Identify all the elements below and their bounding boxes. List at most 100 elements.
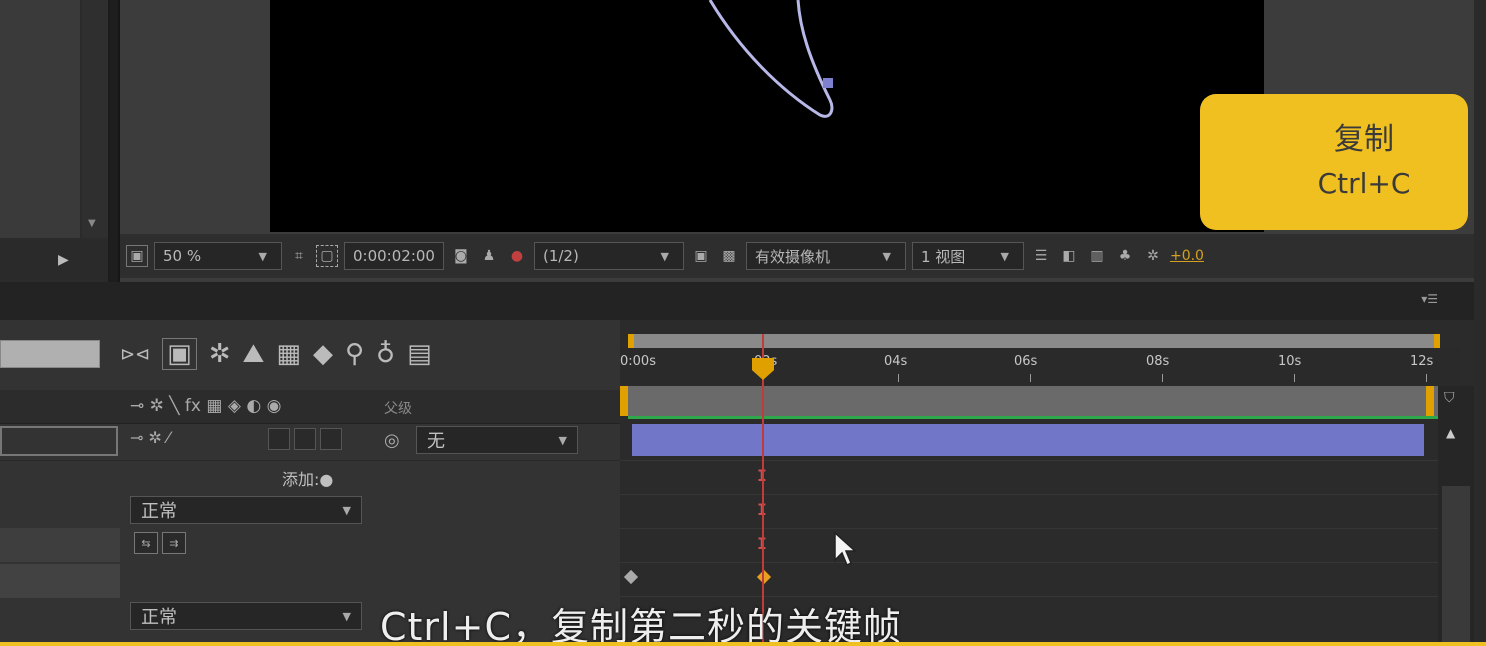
parent-select[interactable]: 无 ▼ xyxy=(416,426,578,454)
add-label-text: 添加: xyxy=(282,470,320,489)
bottom-accent-strip xyxy=(0,642,1486,646)
chevron-down-icon: ▼ xyxy=(342,503,351,517)
ruler-tick-label: 06s xyxy=(1014,354,1038,369)
chevron-down-icon: ▼ xyxy=(1000,249,1009,263)
camera-select[interactable]: 有效摄像机 ▼ xyxy=(745,242,906,270)
resolution-value: (1/2) xyxy=(542,247,579,265)
fit-icon[interactable]: ⌗ xyxy=(288,245,310,267)
pixel-aspect-icon[interactable]: ☰ xyxy=(1030,245,1052,267)
snapshot-camera-icon[interactable]: ◙ xyxy=(450,245,472,267)
show-snapshot-icon[interactable]: ♟ xyxy=(478,245,500,267)
color-channels-icon[interactable]: ● xyxy=(506,245,528,267)
shortcut-badge: 复制 Ctrl+C xyxy=(1200,94,1468,230)
property-row xyxy=(0,528,120,562)
scrollbar-thumb[interactable] xyxy=(1442,486,1470,646)
ruler-tick-label: 04s xyxy=(884,354,908,369)
composition-viewer[interactable] xyxy=(270,0,1264,232)
path-direction-toggles: ⇆ ⇉ xyxy=(134,532,186,554)
switch-box[interactable] xyxy=(268,428,290,450)
ruler-tick-label: 08s xyxy=(1146,354,1170,369)
render-range-line xyxy=(628,416,1440,419)
add-menu-label[interactable]: 添加:● xyxy=(282,466,333,490)
exposure-value[interactable]: +0.0 xyxy=(1170,248,1204,264)
keyframe-auto-icon[interactable]: ♁ xyxy=(376,339,395,369)
timeline-search-input[interactable] xyxy=(0,340,100,368)
motion-blur-icon[interactable]: ▦ xyxy=(276,339,301,369)
work-area-end-handle[interactable] xyxy=(1426,386,1434,416)
chevron-down-icon: ▼ xyxy=(342,609,351,623)
time-ruler[interactable]: 0:00s 02s 04s 06s 08s 10s 12s xyxy=(620,348,1460,384)
timeline-scrollbar[interactable]: ⛉ ▲ xyxy=(1438,386,1474,646)
ruler-tick-mark xyxy=(1426,374,1427,382)
ruler-tick-label: 0:00s xyxy=(620,354,656,369)
ruler-tick-label: 10s xyxy=(1278,354,1302,369)
resolution-select[interactable]: (1/2) ▼ xyxy=(533,242,684,270)
ruler-tick-mark xyxy=(1162,374,1163,382)
path-toggle-icon[interactable]: ⇉ xyxy=(162,532,186,554)
work-area-start-handle[interactable] xyxy=(620,386,628,416)
motion-path-curve xyxy=(708,0,834,118)
add-circle-icon[interactable]: ● xyxy=(319,470,333,489)
camera-value: 有效摄像机 xyxy=(754,247,830,266)
composition-toolbar: ▣ 50 % ▼ ⌗ ▢ 0:00:02:00 ◙ ♟ ● (1/2) ▼ ▣ … xyxy=(120,234,1476,278)
project-panel-content xyxy=(0,0,80,238)
view-layout-select[interactable]: 1 视图 ▼ xyxy=(911,242,1024,270)
play-arrow-icon[interactable]: ▶ xyxy=(58,252,69,268)
parent-column-header: 父级 xyxy=(384,401,412,417)
ruler-tick-mark xyxy=(1030,374,1031,382)
render-icon[interactable]: ◧ xyxy=(1058,245,1080,267)
exposure-reset-icon[interactable]: ✲ xyxy=(1142,245,1164,267)
pickwhip-icon[interactable]: ◎ xyxy=(384,430,400,451)
after-effects-window: ▼ ▶ ▣ 50 % ▼ ⌗ ▢ 0:00:02:00 ◙ ♟ ● (1/2) … xyxy=(0,0,1486,646)
scroll-down-icon[interactable]: ▼ xyxy=(88,218,96,229)
switch-box[interactable] xyxy=(320,428,342,450)
comp-duration-bar xyxy=(628,386,1440,416)
blend-mode-select-2[interactable]: 正常 ▼ xyxy=(130,602,362,630)
project-panel: ▼ ▶ xyxy=(0,0,110,282)
draft-3d-icon[interactable]: ▣ xyxy=(162,338,197,370)
video-subtitle: Ctrl+C，复制第二秒的关键帧 xyxy=(380,605,902,646)
live-update-icon[interactable]: ▤ xyxy=(407,339,432,369)
blend-mode-value-1: 正常 xyxy=(141,501,177,522)
zoom-value: 50 % xyxy=(163,247,202,265)
timeline-toolbar: ⊳⊲ ▣ ✲ ⛰ ▦ ◆ ⚲ ♁ ▤ xyxy=(120,332,432,376)
project-panel-scrollbar[interactable]: ▼ xyxy=(82,0,108,238)
blend-mode-select-1[interactable]: 正常 ▼ xyxy=(130,496,362,524)
graph-editor-icon[interactable]: ⚲ xyxy=(345,339,364,369)
timecode-field[interactable]: 0:00:02:00 xyxy=(344,242,444,270)
solo-icon[interactable]: ⛉ xyxy=(1444,390,1455,406)
transparency-grid-icon[interactable]: ▩ xyxy=(718,245,740,267)
panel-menu-icon[interactable]: ▾☰ xyxy=(1421,292,1438,306)
mouse-cursor-icon xyxy=(834,532,856,567)
scroll-up-icon[interactable]: ▲ xyxy=(1446,426,1455,440)
layer-name-field[interactable] xyxy=(0,426,118,456)
property-row xyxy=(0,564,120,598)
comp-mini-flowchart-icon[interactable]: ⊳⊲ xyxy=(120,344,150,365)
flowchart-icon[interactable]: ♣ xyxy=(1114,245,1136,267)
always-preview-icon[interactable]: ▣ xyxy=(126,245,148,267)
track-row xyxy=(620,494,1440,528)
panel-divider: ▾☰ xyxy=(0,282,1474,320)
track-row xyxy=(620,528,1440,562)
layer-switch-icons[interactable]: ⊸ ✲ ⁄ xyxy=(130,428,170,447)
region-of-interest-icon[interactable]: ▢ xyxy=(316,245,338,267)
work-area-bar[interactable] xyxy=(628,334,1440,348)
chevron-down-icon: ▼ xyxy=(558,433,567,447)
view-layout-value: 1 视图 xyxy=(920,247,966,266)
frame-blending-icon[interactable]: ⛰ xyxy=(243,339,265,370)
layer-duration-bar[interactable] xyxy=(632,424,1424,456)
reverse-path-icon[interactable]: ⇆ xyxy=(134,532,158,554)
layer-switch-boxes xyxy=(268,428,342,450)
brainstorm-icon[interactable]: ◆ xyxy=(313,339,333,369)
blend-mode-value-2: 正常 xyxy=(141,607,177,628)
timeline-icon[interactable]: ▥ xyxy=(1086,245,1108,267)
switch-box[interactable] xyxy=(294,428,316,450)
track-row xyxy=(620,460,1440,494)
chevron-down-icon: ▼ xyxy=(258,249,267,263)
zoom-select[interactable]: 50 % ▼ xyxy=(154,242,282,270)
timecode-value: 0:00:02:00 xyxy=(353,247,435,265)
hide-shy-layers-icon[interactable]: ✲ xyxy=(209,339,231,369)
ruler-tick-mark xyxy=(1294,374,1295,382)
motion-path-keyframe[interactable] xyxy=(823,78,833,88)
fast-preview-icon[interactable]: ▣ xyxy=(690,245,712,267)
